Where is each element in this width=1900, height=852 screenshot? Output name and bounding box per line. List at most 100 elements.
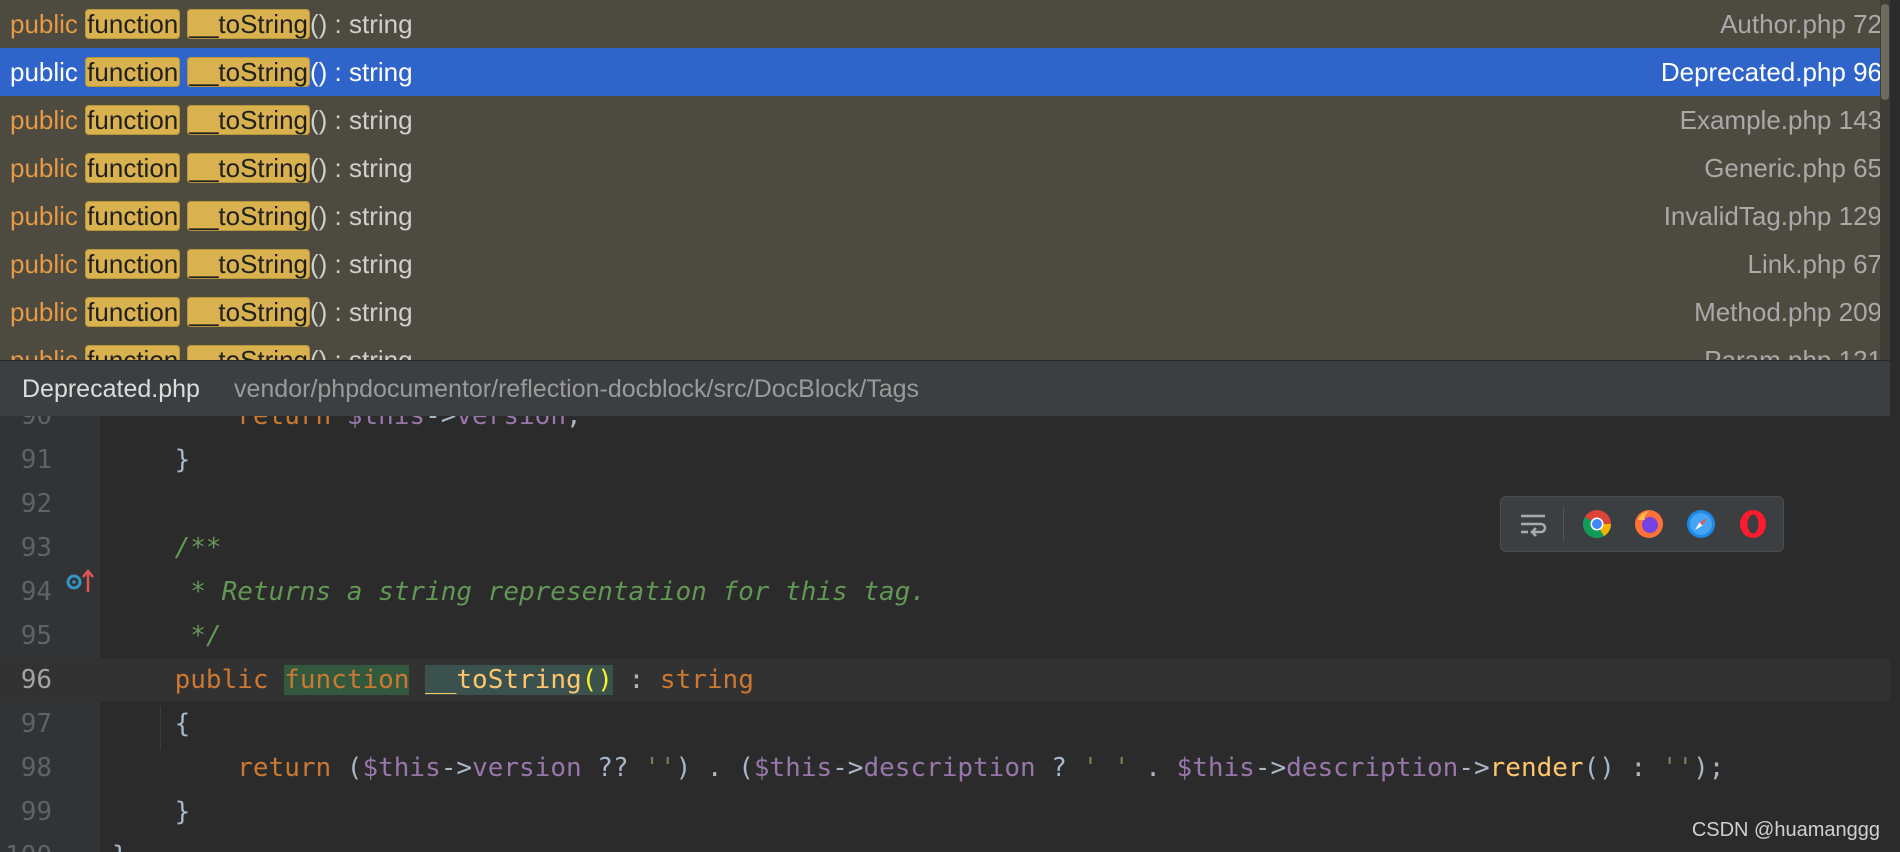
line-number: 92: [20, 489, 52, 519]
code-line: 90 return $this->version;: [0, 416, 1890, 438]
opera-icon[interactable]: [1737, 508, 1769, 540]
code-editor-preview[interactable]: 90 return $this->version; 91 } 92 93 /** 94 …: [0, 416, 1890, 852]
result-signature: public function __toString() : string: [10, 0, 413, 48]
result-match-keyword: function: [85, 297, 181, 327]
preview-file-name: Deprecated.php: [22, 375, 200, 403]
watermark: CSDN @huamanggg: [1691, 819, 1880, 841]
preview-file-path: vendor/phpdocumentor/reflection-docblock…: [234, 375, 920, 403]
search-results-popup: public function __toString() : string Aut…: [0, 0, 1890, 360]
code-line: 91 }: [0, 438, 1890, 482]
result-item[interactable]: public function __toString() : string Aut…: [0, 0, 1890, 48]
code-line: 100}: [0, 834, 1890, 852]
browser-toolbar: [1500, 496, 1784, 552]
code-text: }: [112, 445, 191, 475]
result-signature: public function __toString() : string: [10, 192, 413, 240]
result-signature-rest: () : string: [310, 201, 413, 231]
result-modifier: public: [10, 153, 78, 183]
result-item[interactable]: public function __toString() : string Lin…: [0, 240, 1890, 288]
implements-marker-icon[interactable]: [64, 560, 96, 604]
code-text: {: [112, 709, 191, 739]
code-text: * Returns a string representation for th…: [112, 577, 926, 607]
toolbar-separator: [1563, 507, 1564, 541]
result-match-name: __toString: [187, 57, 311, 87]
line-number: 99: [20, 797, 52, 827]
result-item[interactable]: public function __toString() : string Gen…: [0, 144, 1890, 192]
result-match-keyword: function: [85, 249, 181, 279]
result-modifier: public: [10, 297, 78, 327]
soft-wrap-icon[interactable]: [1517, 508, 1549, 540]
result-location: Link.php 67: [1747, 249, 1882, 279]
result-signature: public function __toString() : string: [10, 288, 413, 336]
code-line: 99 }: [0, 790, 1890, 834]
result-match-name: __toString: [187, 153, 311, 183]
line-number: 100: [0, 834, 52, 852]
result-item[interactable]: public function __toString() : string Par…: [0, 336, 1890, 360]
result-signature-rest: () : string: [310, 153, 413, 183]
result-location: Method.php 209: [1694, 297, 1882, 327]
result-match-keyword: function: [85, 105, 181, 135]
safari-icon[interactable]: [1685, 508, 1717, 540]
result-match-name: __toString: [187, 105, 311, 135]
result-location: Example.php 143: [1679, 105, 1882, 135]
result-modifier: public: [10, 249, 78, 279]
result-match-name: __toString: [187, 345, 311, 360]
result-signature: public function __toString() : string: [10, 96, 413, 144]
line-number: 98: [20, 753, 52, 783]
code-text: return ($this->version ?? '') . ($this->…: [237, 753, 1725, 783]
result-match-keyword: function: [85, 201, 181, 231]
result-match-keyword: function: [85, 153, 181, 183]
code-line: 95 */: [0, 614, 1890, 658]
code-text: return $this->version;: [237, 416, 582, 431]
result-modifier: public: [10, 57, 78, 87]
line-number: 91: [20, 445, 52, 475]
code-text: }: [112, 834, 128, 852]
preview-location-bar: Deprecated.php vendor/phpdocumentor/refl…: [0, 360, 1890, 417]
result-signature: public function __toString() : string: [10, 48, 413, 96]
result-match-name: __toString: [187, 249, 311, 279]
result-match-name: __toString: [187, 9, 311, 39]
code-text: }: [112, 797, 191, 827]
result-match-keyword: function: [85, 9, 181, 39]
result-location: InvalidTag.php 129: [1663, 201, 1882, 231]
result-signature: public function __toString() : string: [10, 240, 413, 288]
result-match-keyword: function: [85, 345, 181, 360]
firefox-icon[interactable]: [1633, 508, 1665, 540]
code-line: 98 return ($this->version ?? '') . ($thi…: [0, 746, 1890, 790]
result-location: Generic.php 65: [1704, 153, 1882, 183]
result-signature-rest: () : string: [310, 345, 413, 360]
result-location: Deprecated.php 96: [1660, 57, 1882, 87]
result-item[interactable]: public function __toString() : string Dep…: [0, 48, 1890, 96]
code-line: 96 public function __toString() : string: [0, 658, 1890, 702]
result-item[interactable]: public function __toString() : string Met…: [0, 288, 1890, 336]
result-location: Param.php 121: [1704, 345, 1882, 360]
line-number: 97: [20, 709, 52, 739]
result-match-name: __toString: [187, 297, 311, 327]
line-number: 90: [20, 416, 52, 431]
result-signature: public function __toString() : string: [10, 144, 413, 192]
line-number: 96: [20, 665, 52, 695]
result-modifier: public: [10, 345, 78, 360]
result-location: Author.php 72: [1720, 9, 1882, 39]
scrollbar-track[interactable]: [1880, 0, 1890, 360]
line-number: 94: [20, 577, 52, 607]
result-signature: public function __toString() : string: [10, 336, 413, 360]
result-modifier: public: [10, 105, 78, 135]
result-match-keyword: function: [85, 57, 181, 87]
scrollbar-thumb[interactable]: [1881, 4, 1889, 100]
line-number: 95: [20, 621, 52, 651]
result-item[interactable]: public function __toString() : string Inv…: [0, 192, 1890, 240]
result-modifier: public: [10, 201, 78, 231]
result-signature-rest: () : string: [310, 57, 413, 87]
result-item[interactable]: public function __toString() : string Exa…: [0, 96, 1890, 144]
code-line: 94 * Returns a string representation for…: [0, 570, 1890, 614]
result-signature-rest: () : string: [310, 297, 413, 327]
result-modifier: public: [10, 9, 78, 39]
line-number: 93: [20, 533, 52, 563]
result-match-name: __toString: [187, 201, 311, 231]
code-text: */: [112, 621, 222, 651]
indent-guide: [160, 706, 161, 750]
chrome-icon[interactable]: [1581, 508, 1613, 540]
result-signature-rest: () : string: [310, 9, 413, 39]
code-line: 97 {: [0, 702, 1890, 746]
code-text: /**: [112, 533, 222, 563]
